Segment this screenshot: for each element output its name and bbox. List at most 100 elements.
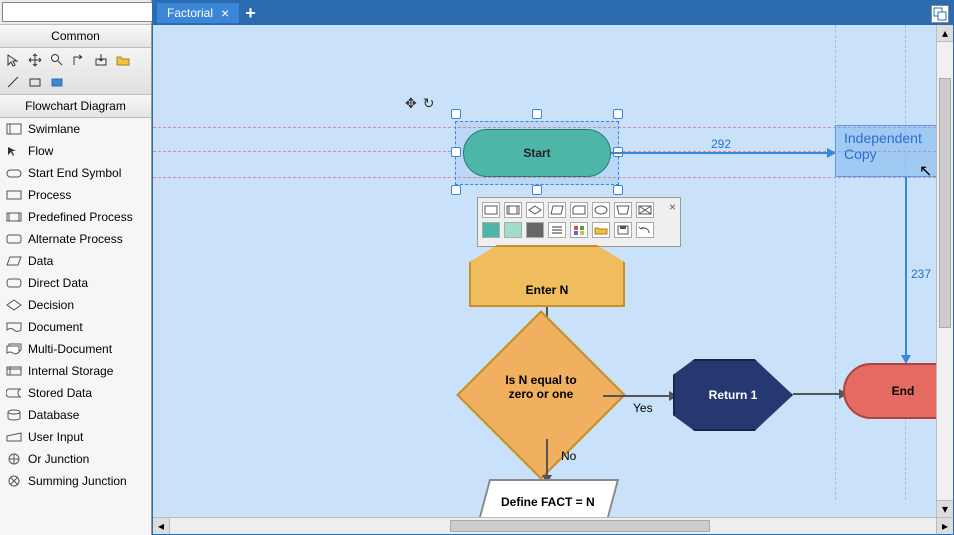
shape-label: Flow bbox=[28, 144, 53, 158]
resize-handle[interactable] bbox=[451, 109, 461, 119]
popup-color-lightgreen[interactable] bbox=[504, 222, 522, 238]
shape-user-input[interactable]: User Input bbox=[0, 426, 151, 448]
edge-label-no: No bbox=[561, 449, 576, 463]
shape-label: Internal Storage bbox=[28, 364, 113, 378]
popup-shape-cross[interactable] bbox=[636, 202, 654, 218]
node-drag-handle[interactable]: ✥ ↻ bbox=[405, 95, 434, 112]
resize-handle[interactable] bbox=[613, 109, 623, 119]
resize-handle[interactable] bbox=[451, 185, 461, 195]
tab-factorial[interactable]: Factorial × bbox=[157, 3, 239, 23]
search-row bbox=[0, 0, 151, 25]
vertical-scrollbar[interactable]: ▴ ▾ bbox=[936, 25, 953, 517]
drag-arrow bbox=[611, 152, 827, 154]
shape-label: Alternate Process bbox=[28, 232, 123, 246]
scroll-down-icon[interactable]: ▾ bbox=[937, 500, 953, 517]
flowchart-header[interactable]: Flowchart Diagram bbox=[0, 95, 151, 118]
popup-color-teal[interactable] bbox=[482, 222, 500, 238]
shape-predef-process[interactable]: Predefined Process bbox=[0, 206, 151, 228]
shape-startend[interactable]: Start End Symbol bbox=[0, 162, 151, 184]
user-input-icon bbox=[6, 430, 22, 444]
fill-tool-icon[interactable] bbox=[48, 73, 66, 91]
shape-label: User Input bbox=[28, 430, 83, 444]
horizontal-scrollbar[interactable]: ◂ ▸ bbox=[153, 517, 953, 534]
scroll-left-icon[interactable]: ◂ bbox=[153, 518, 170, 534]
line-tool-icon[interactable] bbox=[4, 73, 22, 91]
shape-label: Multi-Document bbox=[28, 342, 112, 356]
vscroll-track[interactable] bbox=[937, 42, 953, 500]
popup-save-icon[interactable] bbox=[614, 222, 632, 238]
shape-label: Predefined Process bbox=[28, 210, 133, 224]
shape-or-junction[interactable]: Or Junction bbox=[0, 448, 151, 470]
rotate-icon: ↻ bbox=[423, 95, 435, 112]
shape-summing-junction[interactable]: Summing Junction bbox=[0, 470, 151, 492]
zoom-tool-icon[interactable] bbox=[48, 51, 66, 69]
shape-direct-data[interactable]: Direct Data bbox=[0, 272, 151, 294]
popup-close-icon[interactable]: × bbox=[669, 200, 676, 214]
enter-n-node[interactable]: Enter N bbox=[469, 245, 625, 307]
multidoc-icon bbox=[6, 342, 22, 356]
guide-line bbox=[835, 25, 836, 500]
connector-tool-icon[interactable] bbox=[70, 51, 88, 69]
scroll-right-icon[interactable]: ▸ bbox=[936, 518, 953, 534]
popup-lines-icon[interactable] bbox=[548, 222, 566, 238]
internal-storage-icon bbox=[6, 364, 22, 378]
popup-shape-rect[interactable] bbox=[482, 202, 500, 218]
tab-close-icon[interactable]: × bbox=[221, 6, 229, 20]
decision-label: Is N equal to zero or one bbox=[481, 373, 601, 401]
flow-icon bbox=[6, 144, 22, 158]
shape-flow[interactable]: Flow bbox=[0, 140, 151, 162]
popup-folder-icon[interactable] bbox=[592, 222, 610, 238]
insert-tool-icon[interactable] bbox=[92, 51, 110, 69]
connector[interactable] bbox=[793, 393, 841, 395]
node-label: Define FACT = N bbox=[501, 495, 595, 509]
popup-shape-para[interactable] bbox=[548, 202, 566, 218]
shape-decision[interactable]: Decision bbox=[0, 294, 151, 316]
shape-internal-storage[interactable]: Internal Storage bbox=[0, 360, 151, 382]
popup-shape-predef[interactable] bbox=[504, 202, 522, 218]
shape-process[interactable]: Process bbox=[0, 184, 151, 206]
pointer-tool-icon[interactable] bbox=[4, 51, 22, 69]
canvas[interactable]: ✥ ↻ Start 292 bbox=[153, 25, 953, 517]
resize-handle[interactable] bbox=[451, 147, 461, 157]
hscroll-thumb[interactable] bbox=[450, 520, 710, 532]
folder-tool-icon[interactable] bbox=[114, 51, 132, 69]
shape-data[interactable]: Data bbox=[0, 250, 151, 272]
popup-shape-diamond[interactable] bbox=[526, 202, 544, 218]
popup-undo-icon[interactable] bbox=[636, 222, 654, 238]
node-label: Start bbox=[523, 146, 550, 160]
resize-handle[interactable] bbox=[532, 109, 542, 119]
shape-database[interactable]: Database bbox=[0, 404, 151, 426]
window-tool-icon[interactable] bbox=[931, 5, 949, 23]
node-label: End bbox=[892, 384, 915, 398]
popup-color-gray[interactable] bbox=[526, 222, 544, 238]
shape-label: Data bbox=[28, 254, 53, 268]
rect-tool-icon[interactable] bbox=[26, 73, 44, 91]
start-node[interactable]: Start bbox=[463, 129, 611, 177]
common-header[interactable]: Common bbox=[0, 25, 151, 48]
shape-multidoc[interactable]: Multi-Document bbox=[0, 338, 151, 360]
shape-stored-data[interactable]: Stored Data bbox=[0, 382, 151, 404]
shape-swimlane[interactable]: Swimlane bbox=[0, 118, 151, 140]
tab-add-button[interactable]: + bbox=[239, 3, 262, 24]
shape-label: Swimlane bbox=[28, 122, 80, 136]
connector[interactable] bbox=[546, 439, 548, 477]
resize-handle[interactable] bbox=[613, 185, 623, 195]
popup-shape-manual[interactable] bbox=[614, 202, 632, 218]
shape-label: Direct Data bbox=[28, 276, 88, 290]
popup-shape-card[interactable] bbox=[570, 202, 588, 218]
hscroll-track[interactable] bbox=[170, 518, 936, 534]
connector[interactable] bbox=[603, 395, 671, 397]
popup-shape-ellipse[interactable] bbox=[592, 202, 610, 218]
stored-data-icon bbox=[6, 386, 22, 400]
shape-alt-process[interactable]: Alternate Process bbox=[0, 228, 151, 250]
move-tool-icon[interactable] bbox=[26, 51, 44, 69]
resize-handle[interactable] bbox=[532, 185, 542, 195]
edge-label-yes: Yes bbox=[633, 401, 653, 415]
search-input[interactable] bbox=[2, 2, 163, 22]
popup-palette-icon[interactable] bbox=[570, 222, 588, 238]
vscroll-thumb[interactable] bbox=[939, 78, 951, 328]
shape-document[interactable]: Document bbox=[0, 316, 151, 338]
scroll-up-icon[interactable]: ▴ bbox=[937, 25, 953, 42]
return-node[interactable]: Return 1 bbox=[673, 359, 793, 431]
define-fact-node[interactable]: Define FACT = N bbox=[477, 479, 619, 517]
